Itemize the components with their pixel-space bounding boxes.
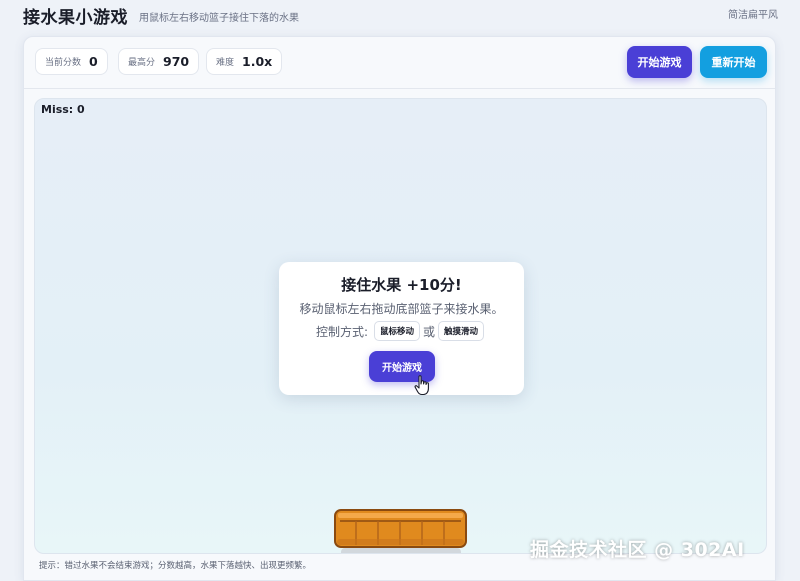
current-score-stat: 当前分数 0	[35, 48, 108, 75]
watermark: 掘金技术社区 @ 302AI	[530, 539, 745, 561]
overlay-description: 移动鼠标左右拖动底部篮子来接水果。	[299, 302, 504, 316]
start-overlay: 接住水果 +10分! 移动鼠标左右拖动底部篮子来接水果。 控制方式: 鼠标移动 …	[279, 262, 524, 396]
high-score-label: 最高分	[128, 58, 156, 68]
hint-text: 提示：错过水果不会结束游戏；分数越高，水果下落越快、出现更频繁。	[39, 561, 312, 571]
app-title: 接水果小游戏	[23, 8, 128, 28]
difficulty-value: 1.0x	[242, 54, 273, 69]
style-tag: 简洁扁平风	[728, 10, 778, 21]
game-panel: 当前分数 0 最高分 970 难度 1.0x 开始游戏 重新开始 Miss: 0…	[23, 36, 776, 581]
restart-button[interactable]: 重新开始	[700, 46, 767, 78]
control-or-text: 或	[423, 324, 436, 339]
control-methods: 控制方式: 鼠标移动 或 触摸滑动	[279, 321, 524, 341]
app-subtitle: 用鼠标左右移动篮子接住下落的水果	[139, 13, 299, 24]
toolbar-divider	[24, 88, 775, 89]
control-touch-chip: 触摸滑动	[438, 321, 485, 341]
hand-cursor-icon	[414, 375, 429, 396]
difficulty-stat: 难度 1.0x	[206, 48, 283, 75]
current-score-value: 0	[89, 54, 98, 69]
high-score-value: 970	[163, 54, 190, 69]
high-score-stat: 最高分 970	[118, 48, 200, 75]
current-score-label: 当前分数	[45, 58, 82, 68]
difficulty-label: 难度	[216, 58, 235, 68]
basket[interactable]	[334, 509, 467, 549]
header: 接水果小游戏 用鼠标左右移动篮子接住下落的水果 简洁扁平风	[0, 0, 800, 36]
miss-counter: Miss: 0	[41, 103, 85, 116]
game-canvas[interactable]: Miss: 0 接住水果 +10分! 移动鼠标左右拖动底部篮子来接水果。 控制方…	[34, 98, 767, 554]
overlay-title: 接住水果 +10分!	[341, 276, 462, 294]
controls-label: 控制方式:	[315, 324, 368, 339]
control-mouse-chip: 鼠标移动	[374, 321, 421, 341]
start-game-button[interactable]: 开始游戏	[627, 46, 692, 78]
